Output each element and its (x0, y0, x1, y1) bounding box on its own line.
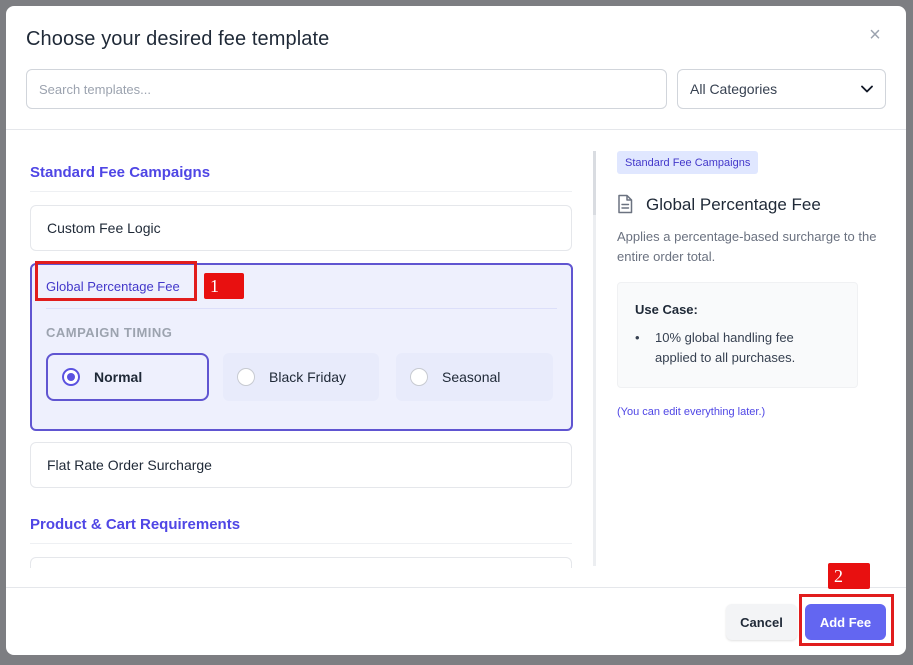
modal-title: Choose your desired fee template (26, 28, 330, 50)
annotation-highlight-1 (35, 261, 197, 301)
panel-scrollbar[interactable] (593, 151, 596, 566)
document-icon (618, 194, 633, 214)
radio-unchecked-icon (410, 368, 428, 386)
timing-option-normal[interactable]: Normal (46, 353, 209, 401)
use-case-title: Use Case: (635, 302, 698, 317)
use-case-text: 10% global handling fee applied to all p… (655, 330, 796, 365)
template-item-label: Flat Rate Order Surcharge (47, 457, 212, 473)
campaign-timing-label: CAMPAIGN TIMING (46, 325, 173, 340)
use-case-list: • 10% global handling fee applied to all… (635, 328, 825, 368)
template-item-flat-rate-order-surcharge[interactable]: Flat Rate Order Surcharge (30, 442, 572, 488)
search-input[interactable] (26, 69, 667, 109)
template-item-label: Custom Fee Logic (47, 220, 161, 236)
close-icon[interactable]: × (866, 25, 884, 45)
detail-title: Global Percentage Fee (646, 195, 821, 214)
chevron-down-icon (861, 85, 873, 93)
radio-checked-icon (62, 368, 80, 386)
use-case-box: Use Case: • 10% global handling fee appl… (617, 282, 858, 388)
timing-option-label: Seasonal (442, 369, 501, 385)
footer-divider (6, 587, 906, 588)
bullet-icon: • (635, 330, 640, 345)
radio-unchecked-icon (237, 368, 255, 386)
category-select[interactable]: All Categories (677, 69, 886, 109)
category-select-value: All Categories (690, 81, 778, 97)
category-badge: Standard Fee Campaigns (617, 151, 759, 174)
timing-option-label: Normal (94, 369, 143, 385)
annotation-highlight-2 (799, 594, 894, 646)
group-title-product-cart: Product & Cart Requirements (30, 516, 241, 533)
template-divider (46, 308, 557, 309)
annotation-badge-1: 1 (204, 273, 244, 299)
group-divider (30, 191, 572, 192)
timing-option-black-friday[interactable]: Black Friday (223, 353, 379, 401)
template-item-custom-fee-logic[interactable]: Custom Fee Logic (30, 205, 572, 251)
group-title-standard: Standard Fee Campaigns (30, 164, 211, 181)
template-item-partial[interactable] (30, 557, 572, 568)
timing-option-seasonal[interactable]: Seasonal (396, 353, 553, 401)
edit-note: (You can edit everything later.) (617, 406, 766, 418)
template-list[interactable]: Standard Fee Campaigns Custom Fee Logic … (6, 130, 591, 568)
annotation-badge-2: 2 (828, 563, 870, 589)
cancel-button[interactable]: Cancel (726, 604, 797, 640)
group-divider (30, 543, 572, 544)
detail-description: Applies a percentage-based surcharge to … (617, 229, 877, 264)
timing-option-label: Black Friday (269, 369, 347, 385)
fee-template-modal: Choose your desired fee template × All C… (6, 6, 906, 655)
use-case-item: • 10% global handling fee applied to all… (635, 328, 825, 368)
